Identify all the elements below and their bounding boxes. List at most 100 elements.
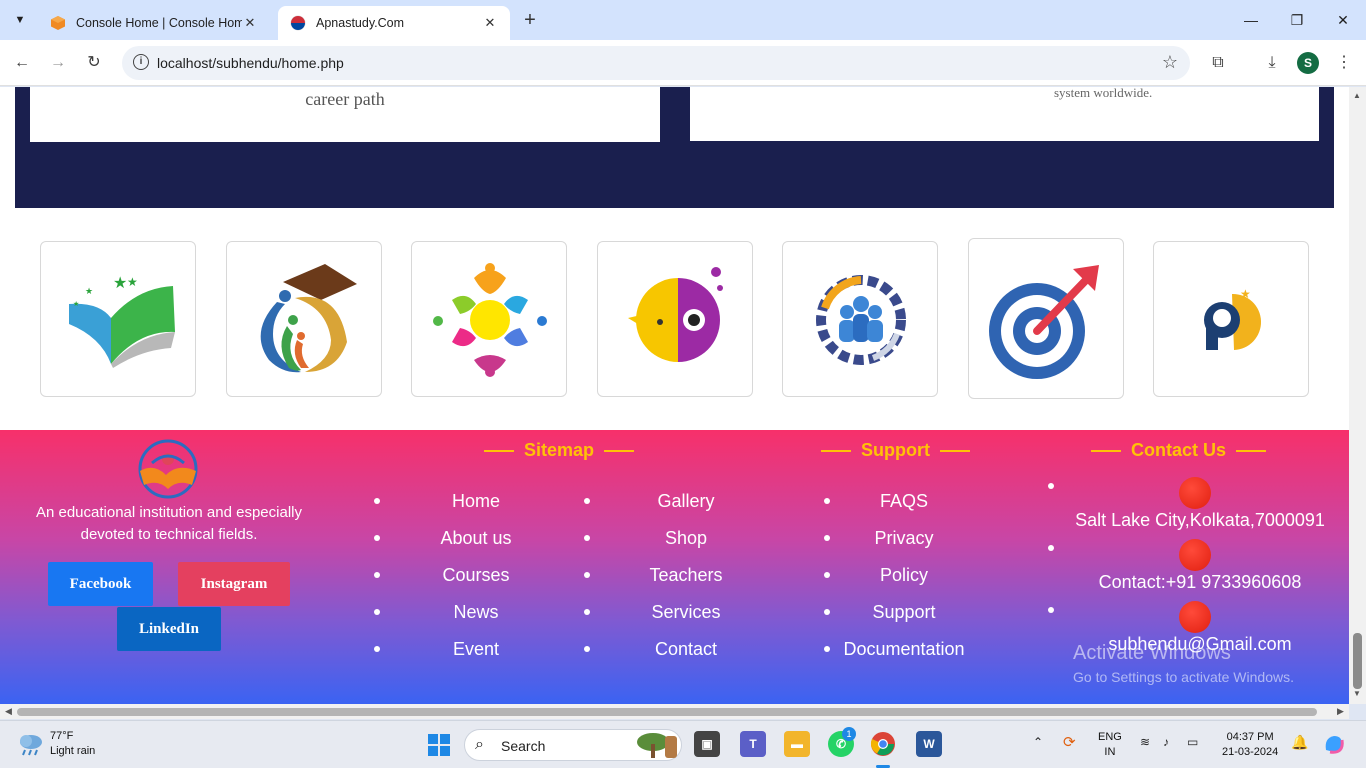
rain-cloud-icon [20,735,42,756]
link-label[interactable]: Gallery [657,491,714,511]
sitemap-link-event[interactable]: Event [370,638,582,675]
minimize-icon[interactable]: — [1228,8,1274,32]
menu-kebab-icon[interactable]: ⋮ [1332,51,1356,75]
notification-bell-icon[interactable]: 🔔 [1291,734,1308,751]
scrollbar-thumb[interactable] [17,708,1317,716]
word-icon[interactable]: W [916,731,942,757]
contact-phone-text: Contact:+91 9733960608 [1098,572,1302,592]
new-tab-button[interactable]: + [518,9,542,33]
partner-logo-parrot[interactable] [597,241,753,397]
facebook-button[interactable]: Facebook [48,562,153,606]
svg-text:★: ★ [85,287,93,297]
list-bullet [584,646,590,652]
windows-start-icon[interactable] [427,733,451,757]
bookmark-star-icon[interactable]: ☆ [1162,52,1178,73]
link-label[interactable]: Shop [665,528,707,548]
sitemap-column-2: Gallery Shop Teachers Services Contact [580,490,792,675]
search-highlight-tree-icon [637,733,677,758]
instagram-button[interactable]: Instagram [178,562,290,606]
copilot-icon[interactable] [1322,732,1346,756]
scroll-right-icon[interactable]: ▶ [1337,706,1344,717]
support-link-policy[interactable]: Policy [820,564,988,601]
link-label[interactable]: About us [440,528,511,548]
taskbar-search[interactable]: ⌕ Search [464,729,682,761]
back-arrow-icon[interactable]: ← [10,51,34,75]
extensions-icon[interactable]: ⧉ [1206,51,1230,75]
link-label[interactable]: Home [452,491,500,511]
scroll-up-icon[interactable]: ▲ [1353,91,1361,100]
close-tab-icon[interactable]: ✕ [482,15,498,31]
vertical-scrollbar[interactable]: ▲ ▼ [1349,87,1366,704]
weather-widget[interactable]: 77°F Light rain [16,729,95,759]
partner-logo-book[interactable]: ★ ★ ★ ★ [40,241,196,397]
profile-avatar[interactable]: S [1297,52,1319,74]
sitemap-link-teachers[interactable]: Teachers [580,564,792,601]
close-tab-icon[interactable]: ✕ [242,15,258,31]
link-label[interactable]: Services [651,602,720,622]
sync-icon[interactable]: ⟳ [1063,733,1076,751]
battery-icon[interactable]: ▭ [1187,735,1198,749]
footer-about-text: An educational institution and especiall… [35,504,302,543]
link-label[interactable]: Policy [880,565,928,585]
link-label[interactable]: Privacy [874,528,933,548]
sitemap-link-gallery[interactable]: Gallery [580,490,792,527]
chrome-icon[interactable] [870,731,896,757]
partner-logo-flower[interactable] [411,241,567,397]
reload-icon[interactable]: ↻ [82,51,106,75]
sitemap-link-news[interactable]: News [370,601,582,638]
link-label[interactable]: Documentation [843,639,964,659]
support-link-support[interactable]: Support [820,601,988,638]
close-window-icon[interactable]: ✕ [1320,8,1366,32]
parrot-logo-icon [628,267,723,362]
contact-heading: Contact Us [1091,440,1276,461]
support-link-privacy[interactable]: Privacy [820,527,988,564]
link-label[interactable]: News [453,602,498,622]
volume-icon[interactable]: ♪ [1163,735,1169,749]
support-link-documentation[interactable]: Documentation [820,638,988,675]
horizontal-scrollbar[interactable]: ◀ ▶ [0,704,1349,719]
site-info-icon[interactable]: i [133,54,149,70]
search-icon: ⌕ [475,736,484,753]
scrollbar-thumb[interactable] [1353,633,1362,689]
system-clock[interactable]: 04:37 PM 21-03-2024 [1222,730,1278,760]
file-explorer-icon[interactable]: ▬ [784,731,810,757]
forward-arrow-icon[interactable]: → [46,51,70,75]
link-label[interactable]: Courses [442,565,509,585]
url-text[interactable]: localhost/subhendu/home.php [157,55,344,71]
linkedin-button[interactable]: LinkedIn [117,607,221,651]
link-label[interactable]: Support [872,602,935,622]
sitemap-link-about[interactable]: About us [370,527,582,564]
tab-console-home[interactable]: Console Home | Console Home ✕ [38,6,270,40]
language-indicator[interactable]: ENG IN [1098,730,1122,760]
svg-text:★: ★ [1240,287,1251,301]
partner-logo-target[interactable] [968,238,1124,399]
partner-logo-owl[interactable]: ★ [1153,241,1309,397]
scroll-down-icon[interactable]: ▼ [1353,689,1361,698]
link-label[interactable]: Event [453,639,499,659]
link-label[interactable]: Contact [655,639,717,659]
sitemap-link-services[interactable]: Services [580,601,792,638]
restore-icon[interactable]: ❐ [1274,8,1320,32]
link-label[interactable]: Teachers [649,565,722,585]
teams-icon[interactable]: T [740,731,766,757]
heading-line [1236,449,1267,452]
tab-apnastudy[interactable]: Apnastudy.Com ✕ [278,6,510,40]
wifi-icon[interactable]: ≋ [1140,735,1150,749]
download-icon[interactable]: ⤓ [1260,51,1284,75]
tab-search-dropdown-icon[interactable]: ▼ [8,8,32,32]
sitemap-link-courses[interactable]: Courses [370,564,582,601]
tray-overflow-icon[interactable]: ⌃ [1033,735,1043,749]
support-link-faqs[interactable]: FAQS [820,490,988,527]
partner-logo-graduate[interactable] [226,241,382,397]
sitemap-link-home[interactable]: Home [370,490,582,527]
partner-logo-team-gear[interactable] [782,241,938,397]
task-view-icon[interactable]: ▣ [694,731,720,757]
link-label[interactable]: FAQS [880,491,928,511]
support-heading: Support [821,440,980,461]
list-bullet [1048,607,1054,613]
address-bar[interactable]: i localhost/subhendu/home.php ☆ [122,46,1190,80]
scroll-left-icon[interactable]: ◀ [5,706,12,717]
sitemap-link-shop[interactable]: Shop [580,527,792,564]
weather-text: 77°F Light rain [50,729,95,759]
sitemap-link-contact[interactable]: Contact [580,638,792,675]
